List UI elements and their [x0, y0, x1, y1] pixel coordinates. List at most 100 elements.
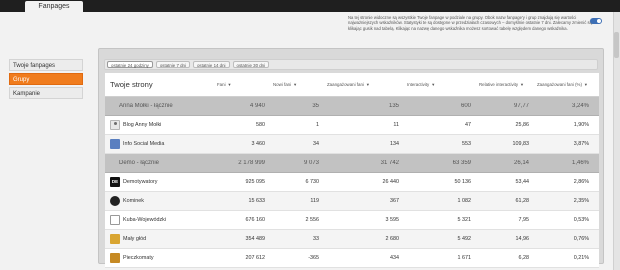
row-percent: 1,46%: [571, 160, 589, 166]
row-relative: 7,95: [518, 217, 530, 223]
page-avatar-icon: [110, 234, 120, 244]
row-relative: 14,96: [515, 236, 530, 242]
row-name-cell[interactable]: DE Demotywatory: [105, 177, 211, 187]
row-interactivity: 5 321: [457, 217, 472, 223]
sidebar-item-campaigns[interactable]: Kampanie: [9, 87, 83, 99]
row-name-cell[interactable]: Mały głód: [105, 234, 211, 244]
row-percent: 3,87%: [573, 141, 589, 147]
row-name[interactable]: Info Social Media: [123, 141, 164, 147]
tab-fanpages[interactable]: Fanpages: [25, 1, 83, 12]
scrollbar-thumb[interactable]: [614, 32, 619, 58]
table-row[interactable]: Kuba-Wojewódzki 676 160 2 556 3 595 5 32…: [105, 211, 599, 230]
pages-table: Twoje strony Fani ▼ Nowi fani ▼ Zaangażowa…: [105, 73, 599, 268]
row-interactivity: 50 136: [454, 179, 472, 185]
row-percent: 1,90%: [573, 122, 589, 128]
page-avatar-icon: [110, 196, 120, 206]
table-row-group[interactable]: Anna Mołki - łącznie 4 940 35 135 600 97…: [105, 97, 599, 116]
sort-new-fans[interactable]: Nowi fani ▼: [267, 82, 321, 87]
row-relative: 53,44: [515, 179, 530, 185]
row-name-cell[interactable]: Kominek: [105, 196, 211, 206]
row-fans: 4 940: [249, 103, 265, 109]
info-toggle[interactable]: [590, 18, 602, 24]
sidebar-item-fanpages[interactable]: Twoje fanpages: [9, 59, 83, 71]
row-interactivity: 600: [460, 103, 471, 109]
row-name-cell[interactable]: Info Social Media: [105, 139, 211, 149]
table-title-cell: Twoje strony: [105, 80, 211, 89]
period-7d-button[interactable]: ostatnie 7 dni: [155, 61, 190, 68]
row-engaged: 135: [388, 103, 399, 109]
period-selector: ostatnie 24 godziny ostatnie 7 dni ostat…: [104, 59, 598, 70]
row-fans: 676 160: [245, 217, 266, 223]
row-fans: 15 633: [248, 198, 266, 204]
sort-arrow-icon: ▼: [365, 81, 370, 87]
page-avatar-icon: [110, 139, 120, 149]
row-fans: 354 489: [245, 236, 266, 242]
period-14d-button[interactable]: ostatnie 14 dni: [192, 61, 230, 68]
row-name-cell[interactable]: Pieczkomaty: [105, 253, 211, 263]
row-name[interactable]: Kuba-Wojewódzki: [123, 217, 166, 223]
row-new-fans: 9 073: [303, 160, 319, 166]
table-row[interactable]: Blog Anny Mołki 580 1 11 47 25,86 1,90%: [105, 116, 599, 135]
row-fans: 207 612: [245, 255, 266, 261]
row-name-cell[interactable]: Kuba-Wojewódzki: [105, 215, 211, 225]
row-engaged: 26 440: [382, 179, 400, 185]
sort-engaged-fans[interactable]: Zaangażowani fani ▼: [321, 82, 401, 87]
row-engaged: 134: [390, 141, 399, 147]
table-row[interactable]: DE Demotywatory 925 095 6 730 26 440 50 1…: [105, 173, 599, 192]
row-interactivity: 5 492: [457, 236, 472, 242]
row-engaged: 2 680: [385, 236, 400, 242]
row-percent: 0,76%: [573, 236, 589, 242]
row-new-fans: 2 556: [305, 217, 320, 223]
row-engaged: 11: [393, 122, 399, 128]
row-percent: 0,53%: [573, 217, 589, 223]
row-relative: 6,28: [518, 255, 530, 261]
period-24h-button[interactable]: ostatnie 24 godziny: [107, 61, 153, 68]
sort-engaged-percent[interactable]: Zaangażowani fani (%) ▼: [531, 82, 599, 87]
sort-arrow-icon: ▼: [520, 81, 525, 87]
row-engaged: 434: [390, 255, 399, 261]
page-avatar-icon: [110, 253, 120, 263]
sidebar-item-groups[interactable]: Grupy: [9, 73, 83, 85]
row-percent: 2,86%: [573, 179, 589, 185]
page-avatar-icon: [110, 215, 120, 225]
row-relative: 109,83: [512, 141, 530, 147]
row-interactivity: 1 671: [457, 255, 472, 261]
row-new-fans: -365: [308, 255, 319, 261]
row-relative: 25,86: [515, 122, 530, 128]
sort-fans[interactable]: Fani ▼: [211, 82, 267, 87]
table-row[interactable]: Mały głód 354 489 33 2 680 5 492 14,96 0…: [105, 230, 599, 249]
row-percent: 3,24%: [571, 103, 589, 109]
row-fans: 3 460: [251, 141, 266, 147]
sort-arrow-icon: ▼: [431, 81, 436, 87]
row-fans: 925 095: [245, 179, 266, 185]
row-name[interactable]: Anna Mołki - łącznie: [105, 103, 211, 109]
row-name[interactable]: Demo - łącznie: [105, 160, 211, 166]
sort-relative-interactivity[interactable]: Relative interactivity ▼: [473, 82, 531, 87]
row-name[interactable]: Kominek: [123, 198, 144, 204]
row-name[interactable]: Mały głód: [123, 236, 146, 242]
stats-panel: ostatnie 24 godziny ostatnie 7 dni ostat…: [98, 48, 604, 268]
table-row[interactable]: Info Social Media 3 460 34 134 553 109,8…: [105, 135, 599, 154]
row-name[interactable]: Pieczkomaty: [123, 255, 154, 261]
row-engaged: 3 595: [385, 217, 400, 223]
sidebar: Twoje fanpages Grupy Kampanie: [9, 59, 83, 101]
sort-arrow-icon: ▼: [293, 81, 298, 87]
row-new-fans: 34: [313, 141, 319, 147]
table-header: Twoje strony Fani ▼ Nowi fani ▼ Zaangażowa…: [105, 73, 599, 97]
row-new-fans: 119: [310, 198, 319, 204]
sort-interactivity[interactable]: Interactivity ▼: [401, 82, 473, 87]
row-interactivity: 1 082: [457, 198, 472, 204]
table-row-group[interactable]: Demo - łącznie 2 178 999 9 073 31 742 63…: [105, 154, 599, 173]
table-row[interactable]: Kominek 15 633 119 367 1 082 61,28 2,35%: [105, 192, 599, 211]
row-new-fans: 35: [312, 103, 319, 109]
row-relative: 26,14: [513, 160, 529, 166]
row-name[interactable]: Demotywatory: [123, 179, 157, 185]
table-row[interactable]: Pieczkomaty 207 612 -365 434 1 671 6,28 …: [105, 249, 599, 268]
row-engaged: 31 742: [380, 160, 399, 166]
table-title: Twoje strony: [110, 80, 153, 89]
row-name[interactable]: Blog Anny Mołki: [123, 122, 161, 128]
sort-arrow-icon: ▼: [227, 81, 232, 87]
scrollbar[interactable]: [613, 12, 620, 270]
period-30d-button[interactable]: ostatnie 30 dni: [232, 61, 270, 68]
row-name-cell[interactable]: Blog Anny Mołki: [105, 120, 211, 130]
